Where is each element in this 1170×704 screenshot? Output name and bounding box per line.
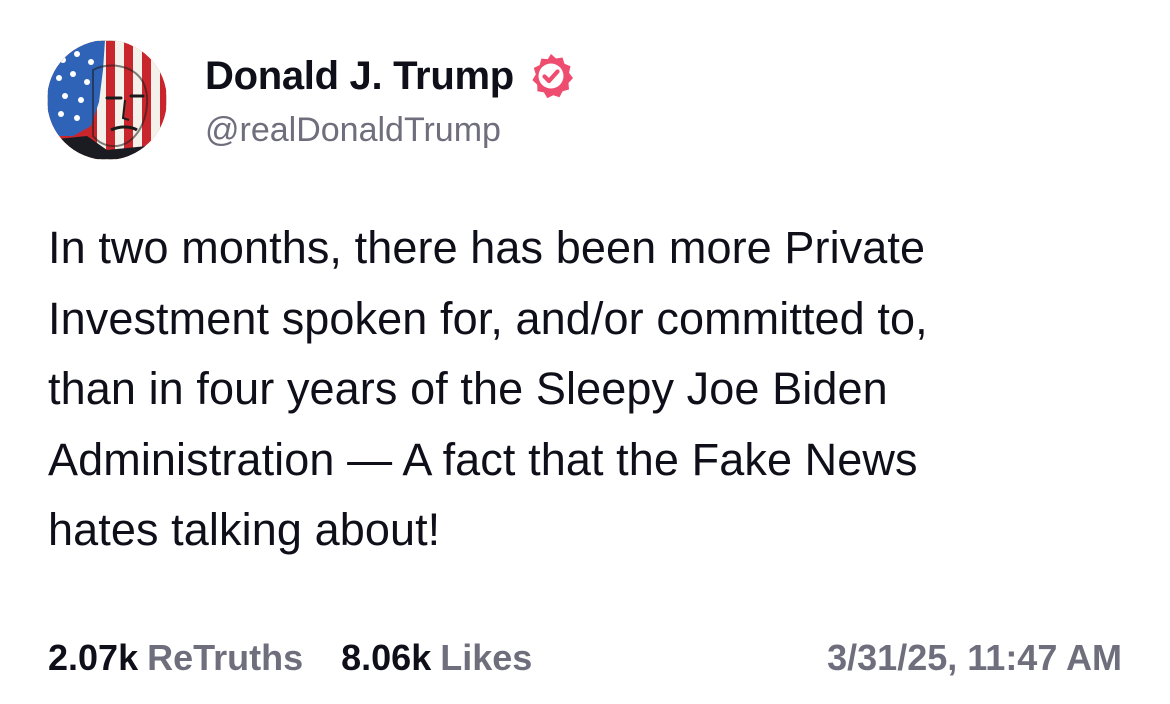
post-footer: 2.07k ReTruths 8.06k Likes 3/31/25, 11:4… <box>48 630 1122 686</box>
post-text-line: than in four years of the Sleepy Joe Bid… <box>48 363 888 414</box>
author-handle[interactable]: @realDonaldTrump <box>205 108 576 152</box>
display-name[interactable]: Donald J. Trump <box>205 50 514 102</box>
post-text-line: Administration — A fact that the Fake Ne… <box>48 433 918 485</box>
avatar-image <box>47 40 167 160</box>
retruths-stat[interactable]: 2.07k ReTruths <box>48 637 303 679</box>
author-identity: Donald J. Trump @realDonaldTrump <box>205 50 576 152</box>
likes-stat[interactable]: 8.06k Likes <box>341 637 532 679</box>
truth-post: Donald J. Trump @realDonaldTrump In two … <box>0 0 1170 704</box>
likes-label: Likes <box>440 637 533 678</box>
retruths-count: 2.07k <box>48 637 139 678</box>
post-timestamp[interactable]: 3/31/25, 11:47 AM <box>827 637 1122 679</box>
likes-count: 8.06k <box>341 637 432 678</box>
name-row: Donald J. Trump <box>205 50 576 102</box>
post-header: Donald J. Trump @realDonaldTrump <box>47 40 576 160</box>
post-text-line: Investment spoken for, and/or committed … <box>48 292 928 344</box>
post-text-line: In two months, there has been more Priva… <box>48 222 926 273</box>
verified-check-icon <box>526 51 576 101</box>
post-text-line: hates talking about! <box>48 504 441 555</box>
post-body: In two months, there has been more Priva… <box>48 213 1138 566</box>
retruths-label: ReTruths <box>147 637 304 678</box>
avatar[interactable] <box>47 40 167 160</box>
